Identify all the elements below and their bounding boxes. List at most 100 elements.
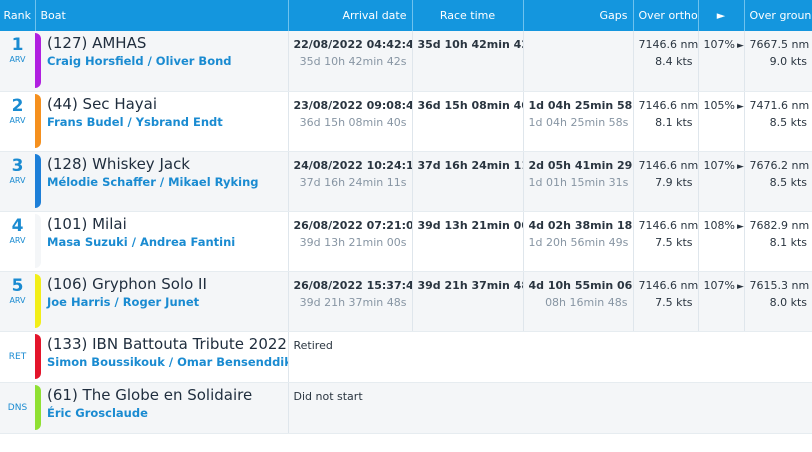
skipper-names[interactable]: Mélodie Schaffer / Mikael Ryking xyxy=(47,175,287,189)
ortho-speed: 7.5 kts xyxy=(655,295,693,309)
gap-to-leader: 4d 02h 38min 18s xyxy=(528,218,633,232)
table-row[interactable]: RET (133) IBN Battouta Tribute 2022 Simo… xyxy=(0,331,812,383)
distance-ratio: 107% xyxy=(703,38,735,51)
arrival-date: 26/08/2022 15:37:48 xyxy=(293,278,412,292)
rank-number: 2 xyxy=(11,95,24,116)
table-row[interactable]: 4 ARV (101) Milai Masa Suzuki / Andrea F… xyxy=(0,211,812,272)
distance-ratio: 105% xyxy=(703,98,735,112)
rank-cell: DNS xyxy=(0,382,35,434)
arrival-cell: 26/08/2022 07:21:00 39d 13h 21min 00s xyxy=(288,211,413,272)
header-boat[interactable]: Boat xyxy=(35,0,289,31)
race-status-cell: Did not start xyxy=(288,382,812,434)
race-status-cell: Retired xyxy=(288,331,812,383)
rank-number: 5 xyxy=(11,275,24,296)
boat-name[interactable]: (133) IBN Battouta Tribute 2022 xyxy=(47,335,287,354)
boat-color-bar xyxy=(35,93,41,148)
skipper-names[interactable]: Simon Boussikouk / Omar Bensenddik xyxy=(47,355,287,369)
boat-cell: (101) Milai Masa Suzuki / Andrea Fantini xyxy=(35,211,289,272)
arrival-elapsed: 39d 13h 21min 00s xyxy=(299,235,407,249)
play-arrow-icon[interactable]: ► xyxy=(717,9,725,22)
skipper-names[interactable]: Joe Harris / Roger Junet xyxy=(47,295,287,309)
ortho-cell: 7146.6 nm 8.1 kts xyxy=(633,91,699,152)
rank-number: 4 xyxy=(11,215,24,236)
boat-color-bar xyxy=(35,384,41,430)
skipper-names[interactable]: Masa Suzuki / Andrea Fantini xyxy=(47,235,287,249)
arrival-cell: 23/08/2022 09:08:40 36d 15h 08min 40s xyxy=(288,91,413,152)
skipper-names[interactable]: Craig Horsfield / Oliver Bond xyxy=(47,54,287,68)
play-arrow-icon[interactable]: ► xyxy=(737,282,743,292)
arrival-elapsed: 36d 15h 08min 40s xyxy=(299,115,407,129)
ortho-cell: 7146.6 nm 7.5 kts xyxy=(633,211,699,272)
header-gaps[interactable]: Gaps xyxy=(523,0,634,31)
ground-cell: 7676.2 nm 8.5 kts xyxy=(744,151,812,212)
boat-color-bar xyxy=(35,153,41,208)
play-arrow-icon[interactable]: ► xyxy=(737,41,743,51)
rank-number: 3 xyxy=(11,155,24,176)
skipper-names[interactable]: Éric Grosclaude xyxy=(47,406,287,420)
ortho-distance: 7146.6 nm xyxy=(638,218,698,232)
boat-name[interactable]: (106) Gryphon Solo II xyxy=(47,275,287,294)
header-over-ortho[interactable]: Over ortho xyxy=(633,0,699,31)
race-time: 39d 21h 37min 48s xyxy=(417,278,523,292)
ranking-table: Rank Boat Arrival date Race time Gaps Ov… xyxy=(0,0,812,434)
table-row[interactable]: 2 ARV (44) Sec Hayai Frans Budel / Ysbra… xyxy=(0,91,812,152)
gap-to-previous: 08h 16min 48s xyxy=(545,295,628,309)
header-sort-toggle[interactable]: ► xyxy=(698,0,745,31)
ground-cell: 7667.5 nm 9.0 kts xyxy=(744,31,812,92)
gap-cell: 2d 05h 41min 29s 1d 01h 15min 31s xyxy=(523,151,634,212)
race-time-cell: 39d 21h 37min 48s xyxy=(412,271,524,332)
play-arrow-icon[interactable]: ► xyxy=(737,222,743,232)
ground-speed: 9.0 kts xyxy=(769,55,807,68)
skipper-names[interactable]: Frans Budel / Ysbrand Endt xyxy=(47,115,287,129)
rank-cell: 5 ARV xyxy=(0,271,35,332)
rank-status: ARV xyxy=(9,235,26,245)
play-arrow-icon[interactable]: ► xyxy=(737,162,743,172)
table-row[interactable]: 1 ARV (127) AMHAS Craig Horsfield / Oliv… xyxy=(0,31,812,92)
table-row[interactable]: 5 ARV (106) Gryphon Solo II Joe Harris /… xyxy=(0,271,812,332)
gap-to-leader: 2d 05h 41min 29s xyxy=(528,158,633,172)
boat-color-bar xyxy=(35,213,41,268)
ground-distance: 7615.3 nm xyxy=(749,278,810,292)
pct-cell: 107% ► xyxy=(698,151,745,212)
gap-cell xyxy=(523,31,634,92)
boat-name[interactable]: (44) Sec Hayai xyxy=(47,95,287,114)
boat-cell: (128) Whiskey Jack Mélodie Schaffer / Mi… xyxy=(35,151,289,212)
race-status-text: Did not start xyxy=(293,389,363,403)
boat-cell: (106) Gryphon Solo II Joe Harris / Roger… xyxy=(35,271,289,332)
boat-name[interactable]: (101) Milai xyxy=(47,215,287,234)
ortho-speed: 8.1 kts xyxy=(655,115,693,129)
ortho-distance: 7146.6 nm xyxy=(638,158,698,172)
ortho-cell: 7146.6 nm 8.4 kts xyxy=(633,31,699,92)
ground-distance: 7471.6 nm xyxy=(749,98,810,112)
ortho-cell: 7146.6 nm 7.5 kts xyxy=(633,271,699,332)
header-race-time[interactable]: Race time xyxy=(412,0,524,31)
gap-cell: 4d 10h 55min 06s 08h 16min 48s xyxy=(523,271,634,332)
play-arrow-icon[interactable]: ► xyxy=(737,102,743,112)
rank-status: RET xyxy=(8,352,27,362)
boat-name[interactable]: (128) Whiskey Jack xyxy=(47,155,287,174)
boat-name[interactable]: (61) The Globe en Solidaire xyxy=(47,386,287,405)
arrival-cell: 26/08/2022 15:37:48 39d 21h 37min 48s xyxy=(288,271,413,332)
rank-status: ARV xyxy=(9,115,26,125)
header-over-ground[interactable]: Over ground xyxy=(744,0,812,31)
race-time: 36d 15h 08min 40s xyxy=(417,98,523,112)
rank-status: ARV xyxy=(9,295,26,305)
rank-status: ARV xyxy=(9,175,26,185)
header-arrival-date[interactable]: Arrival date xyxy=(288,0,413,31)
boat-color-bar xyxy=(35,273,41,328)
ground-speed: 8.0 kts xyxy=(769,295,807,309)
arrival-elapsed: 35d 10h 42min 42s xyxy=(299,55,407,68)
ortho-speed: 7.5 kts xyxy=(655,235,693,249)
gap-to-previous: 1d 01h 15min 31s xyxy=(528,175,629,189)
ground-speed: 8.5 kts xyxy=(769,115,807,129)
table-row[interactable]: 3 ARV (128) Whiskey Jack Mélodie Schaffe… xyxy=(0,151,812,212)
race-time: 39d 13h 21min 00s xyxy=(417,218,523,232)
ortho-speed: 8.4 kts xyxy=(655,55,693,68)
race-time-cell: 37d 16h 24min 11s xyxy=(412,151,524,212)
ground-cell: 7615.3 nm 8.0 kts xyxy=(744,271,812,332)
rank-status: ARV xyxy=(9,55,26,64)
arrival-date: 24/08/2022 10:24:11 xyxy=(293,158,412,172)
header-rank[interactable]: Rank xyxy=(0,0,36,31)
boat-name[interactable]: (127) AMHAS xyxy=(47,34,287,53)
table-row[interactable]: DNS (61) The Globe en Solidaire Éric Gro… xyxy=(0,382,812,434)
